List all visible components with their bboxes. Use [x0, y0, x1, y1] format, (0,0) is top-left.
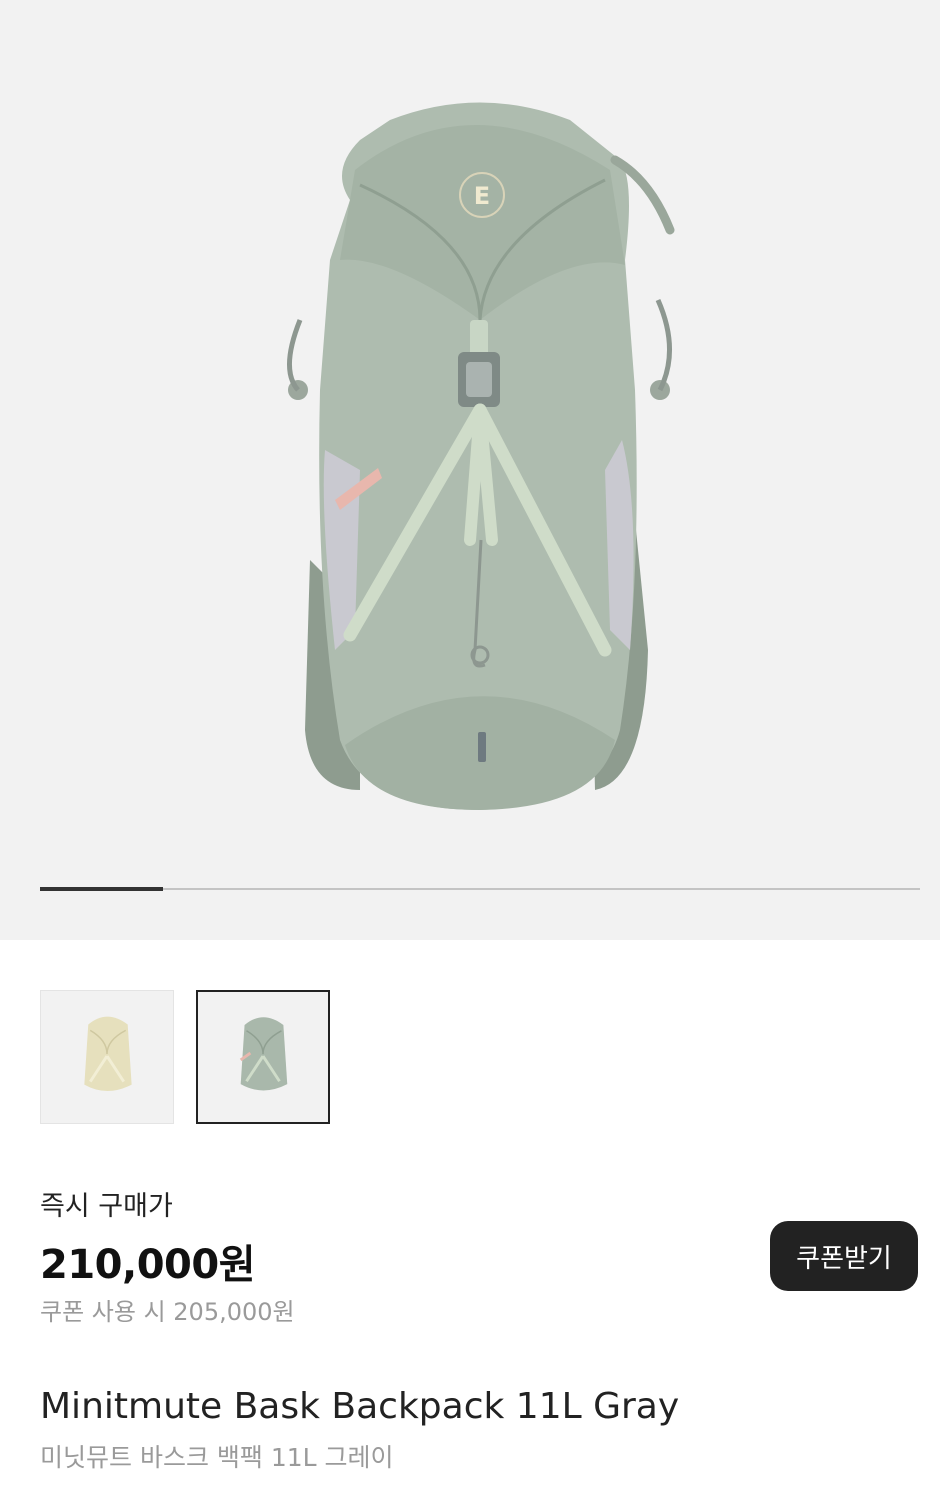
svg-text:E: E — [474, 182, 490, 210]
instant-purchase-label: 즉시 구매가 — [40, 1191, 173, 1222]
backpack-product-image: E — [287, 102, 675, 810]
product-title-english: Minitmute Bask Backpack 11L Gray — [40, 1386, 680, 1427]
backpack-beige-thumbnail-image — [84, 1016, 132, 1091]
thumbnail-backpack-gray[interactable] — [196, 990, 330, 1124]
coupon-price-note: 쿠폰 사용 시 205,000원 — [40, 1298, 295, 1326]
gallery-progress-track — [40, 887, 920, 891]
backpack-gray-thumbnail-image — [239, 1017, 288, 1091]
get-coupon-button[interactable]: 쿠폰받기 — [770, 1221, 918, 1291]
product-image-gallery[interactable]: E — [0, 0, 940, 940]
product-price: 210,000원 — [40, 1242, 256, 1288]
gallery-progress-indicator — [40, 887, 164, 891]
thumbnail-backpack-beige[interactable] — [40, 990, 174, 1124]
product-title-korean: 미닛뮤트 바스크 백팩 11L 그레이 — [40, 1443, 394, 1472]
